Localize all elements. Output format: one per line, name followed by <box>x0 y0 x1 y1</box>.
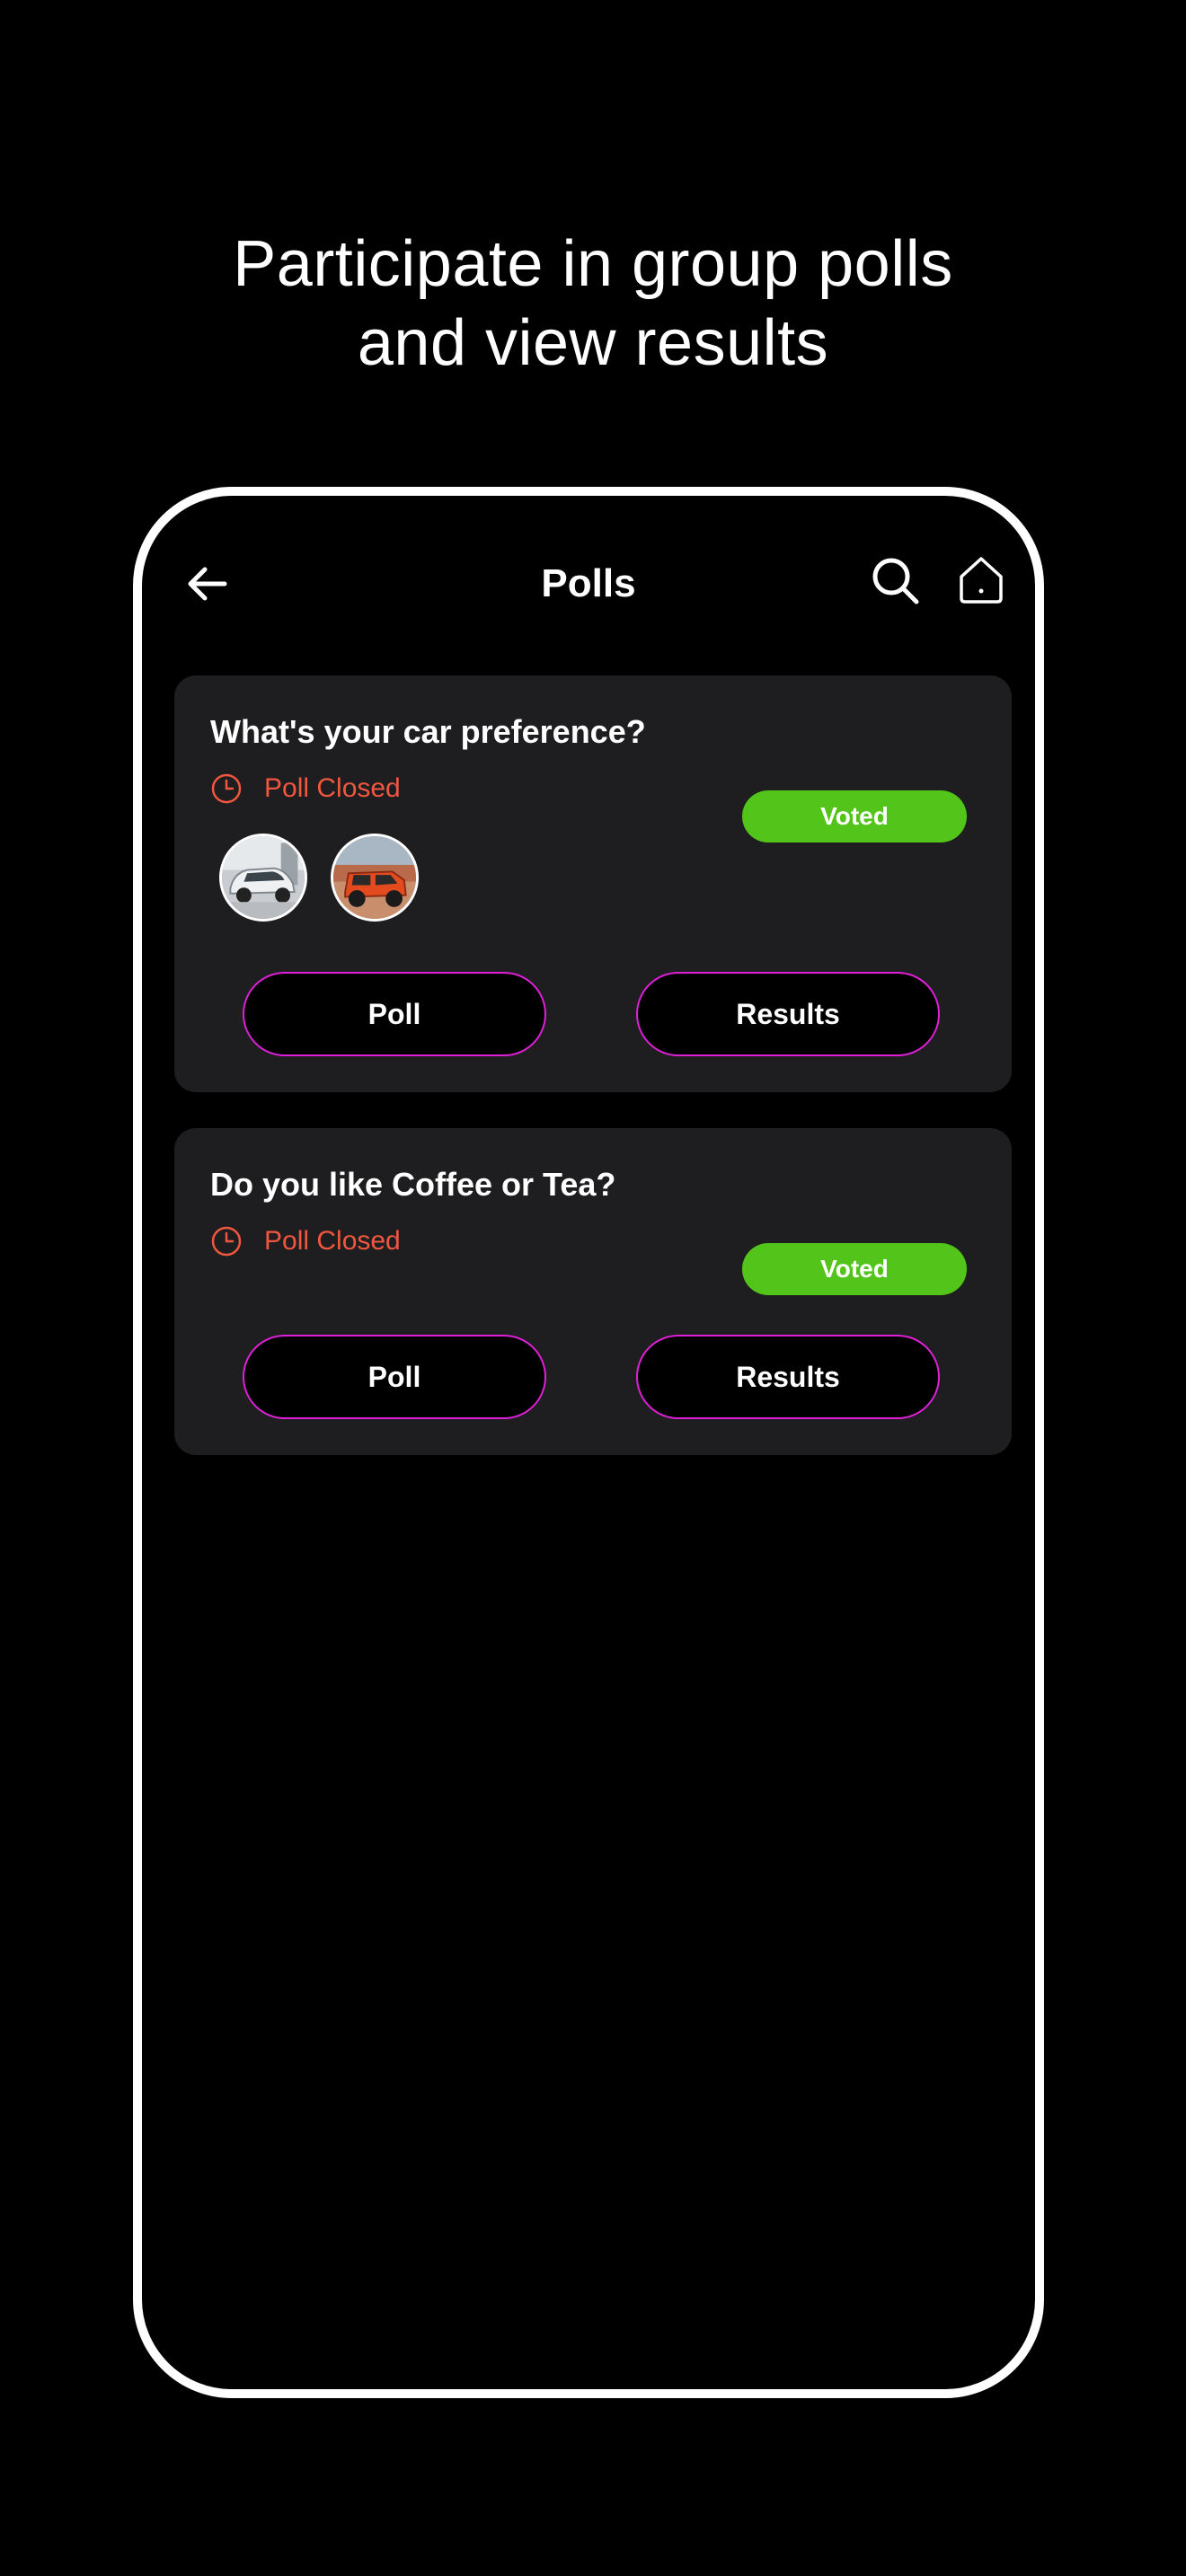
search-icon <box>872 558 919 604</box>
clock-icon <box>211 773 242 804</box>
clock-icon <box>211 1226 242 1257</box>
poll-card: Do you like Coffee or Tea? Poll Closed V… <box>174 1128 1012 1455</box>
home-icon <box>960 557 1003 604</box>
car-icon <box>333 836 416 919</box>
results-button[interactable]: Results <box>636 1335 940 1419</box>
voted-badge: Voted <box>742 1243 967 1295</box>
poll-question: Do you like Coffee or Tea? <box>210 1166 616 1203</box>
search-button[interactable] <box>870 555 922 607</box>
headline-line-2: and view results <box>357 307 829 379</box>
poll-card: What's your car preference? Poll Closed … <box>174 675 1012 1092</box>
poll-button[interactable]: Poll <box>243 972 546 1056</box>
orange-jeep-image[interactable] <box>331 834 419 922</box>
phone-frame: Polls What's your car preference? Poll C… <box>133 487 1044 2398</box>
voted-badge: Voted <box>742 790 967 842</box>
headline-line-1: Participate in group polls <box>233 228 953 300</box>
poll-button[interactable]: Poll <box>243 1335 546 1419</box>
results-button[interactable]: Results <box>636 972 940 1056</box>
car-icon <box>222 836 305 919</box>
poll-status-text: Poll Closed <box>264 773 401 803</box>
poll-question: What's your car preference? <box>210 713 646 750</box>
silver-suv-image[interactable] <box>219 834 307 922</box>
poll-status: Poll Closed <box>210 1222 401 1261</box>
app-bar: Polls <box>142 496 1035 675</box>
poll-status-text: Poll Closed <box>264 1226 401 1256</box>
home-button[interactable] <box>956 553 1006 605</box>
promo-headline: Participate in group polls and view resu… <box>0 225 1186 383</box>
option-images <box>219 834 442 922</box>
poll-status: Poll Closed <box>210 769 401 808</box>
